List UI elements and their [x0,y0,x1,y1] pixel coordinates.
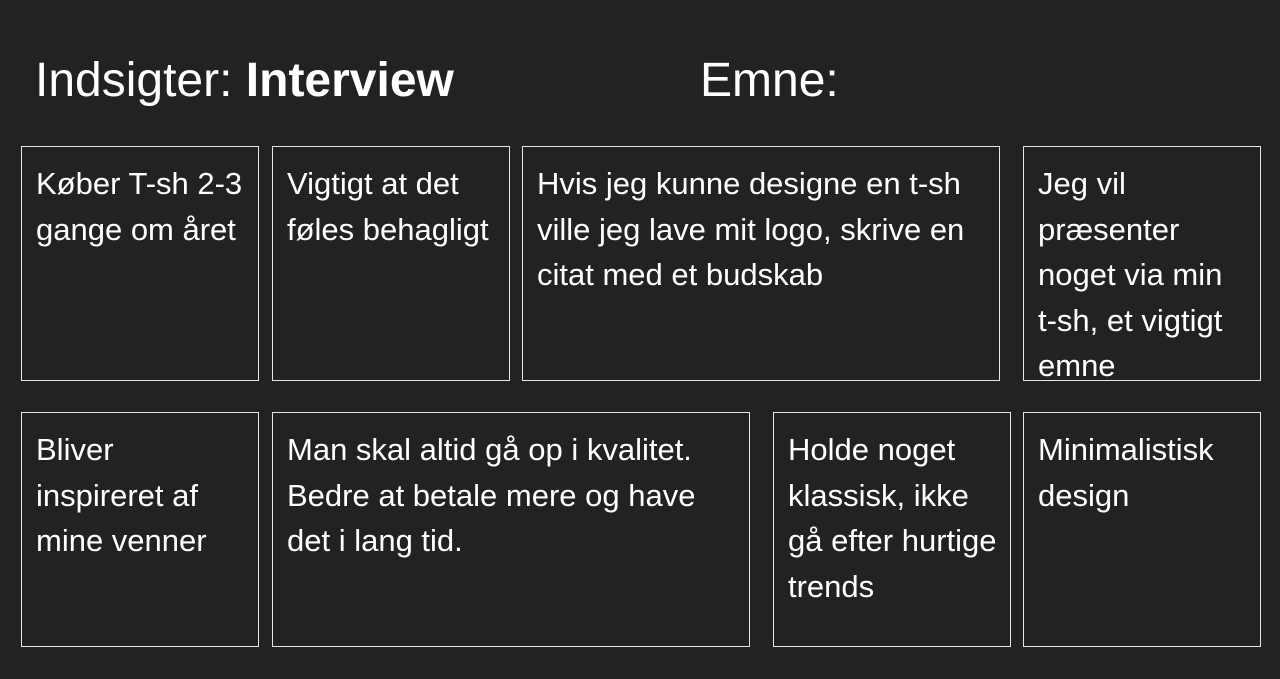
insight-card[interactable]: Vigtigt at det føles behagligt [272,146,510,381]
topic-label: Emne: [700,54,839,107]
insight-card[interactable]: Hvis jeg kunne designe en t-sh ville jeg… [522,146,1000,381]
insight-card-text: Vigtigt at det føles behagligt [287,166,489,247]
insight-card-text: Bliver inspireret af mine venner [36,432,207,558]
insight-card-text: Hvis jeg kunne designe en t-sh ville jeg… [537,166,965,292]
insight-card-text: Holde noget klassisk, ikke gå efter hurt… [788,432,997,604]
page-title: Indsigter: Interview [35,52,454,110]
title-prefix: Indsigter: [35,54,246,107]
insight-card-text: Minimalistisk design [1038,432,1214,513]
insight-card-text: Køber T-sh 2-3 gange om året [36,166,243,247]
insight-card-text: Man skal altid gå op i kvalitet. Bedre a… [287,432,696,558]
title-emphasis: Interview [245,54,454,107]
insight-card[interactable]: Jeg vil præsenter noget via min t-sh, et… [1023,146,1261,381]
insight-card[interactable]: Køber T-sh 2-3 gange om året [21,146,259,381]
insight-card-text: Jeg vil præsenter noget via min t-sh, et… [1038,166,1223,381]
insight-card[interactable]: Bliver inspireret af mine venner [21,412,259,647]
insight-card[interactable]: Minimalistisk design [1023,412,1261,647]
insight-card[interactable]: Man skal altid gå op i kvalitet. Bedre a… [272,412,750,647]
insight-card[interactable]: Holde noget klassisk, ikke gå efter hurt… [773,412,1011,647]
